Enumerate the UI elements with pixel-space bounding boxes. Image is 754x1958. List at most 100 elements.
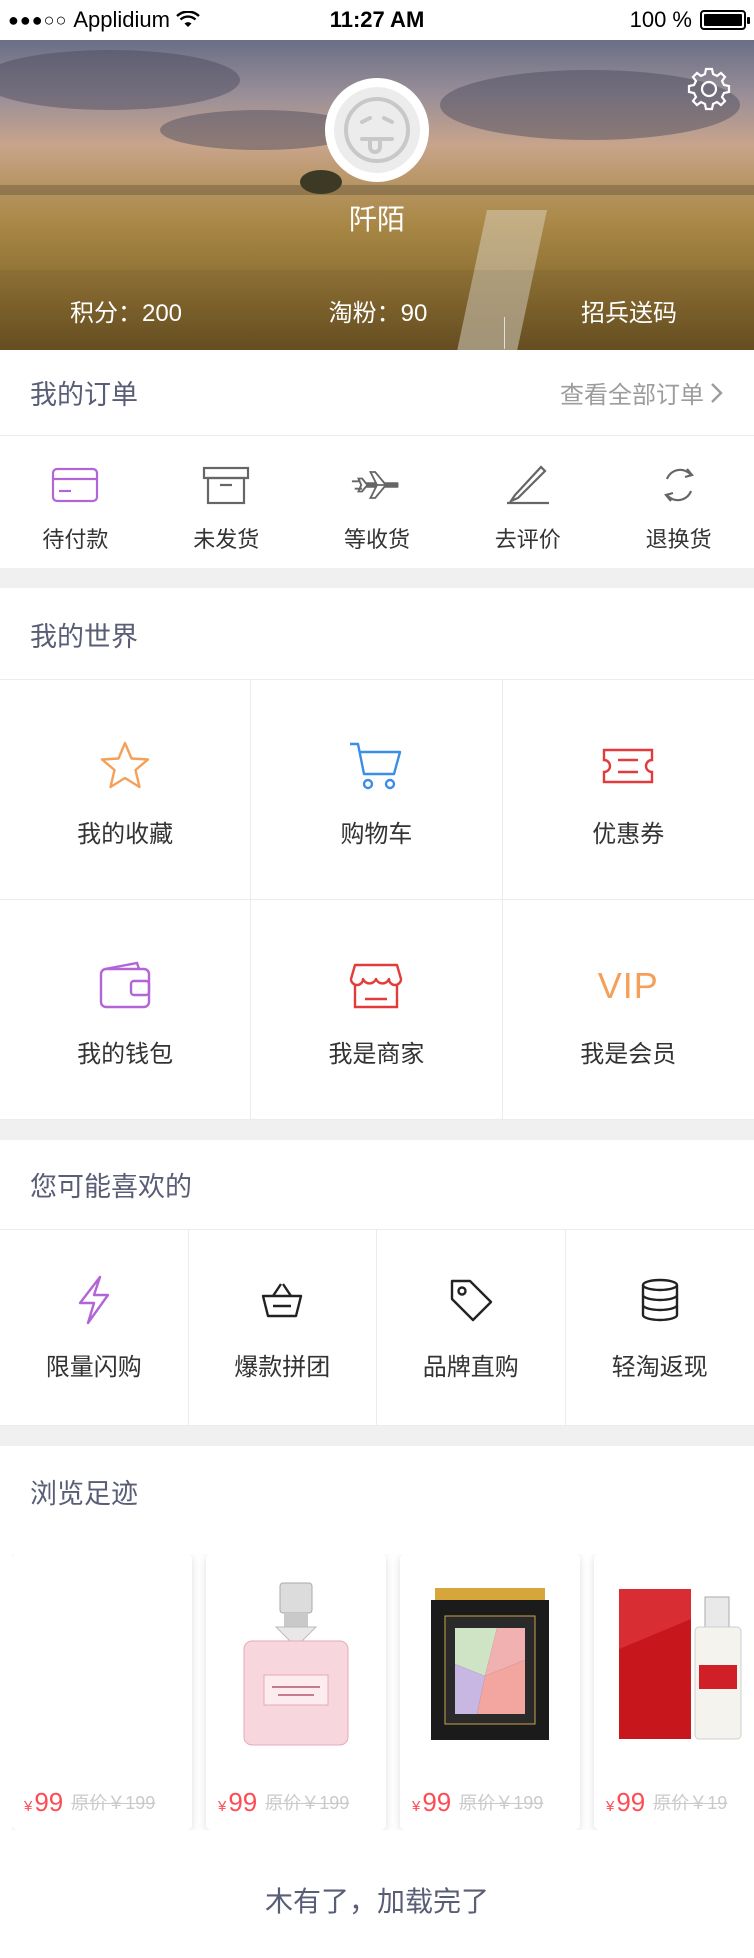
favorites-label: 我的收藏	[77, 821, 174, 848]
order-item-unshipped[interactable]: 未发货	[151, 436, 302, 566]
trail-header: 浏览足迹	[0, 1446, 754, 1536]
brand-direct-item[interactable]: 品牌直购	[377, 1230, 566, 1425]
likes-header: 您可能喜欢的	[0, 1140, 754, 1230]
product-original-price: 原价￥19	[653, 1793, 728, 1813]
order-status-row: 待付款 未发货 等收货 去评价 退换货	[0, 436, 754, 566]
gear-icon[interactable]	[686, 66, 732, 112]
order-item-pending-payment[interactable]: 待付款	[0, 436, 151, 566]
box-icon	[200, 462, 252, 508]
database-icon	[635, 1275, 685, 1325]
vip-icon: VIP	[597, 965, 659, 1006]
membership-label: 我是会员	[580, 1041, 677, 1068]
world-header: 我的世界	[0, 590, 754, 680]
cart-icon	[348, 738, 404, 794]
username: 阡陌	[348, 204, 405, 235]
merchant-label: 我是商家	[328, 1041, 425, 1068]
product-original-price: 原价￥199	[459, 1793, 544, 1813]
product-price-row: ¥99 原价￥19	[594, 1774, 754, 1830]
product-price-row: ¥99 原价￥199	[400, 1774, 580, 1830]
orders-header: 我的订单 查看全部订单	[0, 350, 754, 436]
wifi-icon	[176, 11, 200, 27]
section-divider	[0, 1120, 754, 1140]
order-item-review[interactable]: 去评价	[452, 436, 603, 566]
product-price: ¥99	[412, 1786, 452, 1817]
battery-icon	[700, 10, 750, 30]
flash-sale-item[interactable]: 限量闪购	[0, 1230, 189, 1425]
cloud-decoration	[0, 50, 240, 110]
product-card[interactable]: ¥99 原价￥199	[12, 1554, 192, 1830]
product-card[interactable]: ¥99 原价￥199	[206, 1554, 386, 1830]
lightning-icon	[69, 1275, 119, 1325]
order-item-label: 去评价	[494, 527, 561, 552]
profile-header: 阡陌 积分：200 淘粉：90 招兵送码	[0, 40, 754, 350]
brand-direct-label: 品牌直购	[422, 1354, 519, 1381]
section-divider	[0, 1426, 754, 1446]
profile-stats-bar: 积分：200 淘粉：90 招兵送码	[0, 270, 754, 350]
group-buy-item[interactable]: 爆款拼团	[189, 1230, 377, 1425]
plane-icon	[351, 462, 403, 508]
order-item-awaiting-receipt[interactable]: 等收货	[302, 436, 453, 566]
order-item-label: 退换货	[645, 527, 712, 552]
product-price: ¥99	[218, 1786, 258, 1817]
shop-icon	[348, 958, 404, 1014]
order-item-label: 等收货	[343, 527, 410, 552]
carrier: ●●●○○ Applidium	[8, 7, 200, 33]
section-divider	[0, 568, 754, 588]
skincare-image	[594, 1554, 754, 1774]
battery-status: 100 %	[629, 7, 750, 33]
trail-title: 浏览足迹	[30, 1478, 138, 1509]
world-grid: 我的收藏 购物车 优惠券 我的钱包 我是商家 VIP 我是会员	[0, 680, 754, 1120]
cart-item[interactable]: 购物车	[251, 680, 503, 900]
view-all-orders-label: 查看全部订单	[560, 382, 704, 409]
card-icon	[49, 462, 101, 508]
perfume-image	[206, 1554, 386, 1774]
order-item-returns[interactable]: 退换货	[603, 436, 754, 566]
end-of-list-text: 木有了，加载完了	[264, 1886, 489, 1917]
view-all-orders-link[interactable]: 查看全部订单	[560, 375, 724, 410]
cashback-item[interactable]: 轻淘返现	[566, 1230, 754, 1425]
star-icon	[97, 738, 153, 794]
signal-icon: ●●●○○	[8, 9, 68, 30]
product-original-price: 原价￥199	[265, 1793, 350, 1813]
cart-label: 购物车	[340, 821, 413, 848]
status-bar: ●●●○○ Applidium 11:27 AM 100 %	[0, 0, 754, 40]
merchant-item[interactable]: 我是商家	[251, 900, 503, 1120]
membership-item[interactable]: VIP 我是会员	[502, 900, 754, 1120]
product-price: ¥99	[24, 1786, 64, 1817]
product-price-row: ¥99 原价￥199	[206, 1774, 386, 1830]
fans-stat[interactable]: 淘粉：90	[252, 293, 504, 328]
tongue-face-icon	[334, 87, 420, 173]
product-card[interactable]: ¥99 原价￥19	[594, 1554, 754, 1830]
product-price: ¥99	[606, 1786, 646, 1817]
avatar[interactable]	[325, 78, 429, 182]
likes-title: 您可能喜欢的	[30, 1172, 192, 1202]
orders-title: 我的订单	[30, 380, 138, 410]
palette-image	[400, 1554, 580, 1774]
product-image-placeholder	[12, 1554, 192, 1774]
product-price-row: ¥99 原价￥199	[12, 1774, 192, 1830]
horizon-decoration	[0, 185, 754, 195]
tag-icon	[446, 1275, 496, 1325]
pen-icon	[502, 462, 554, 508]
order-item-label: 待付款	[42, 527, 109, 552]
product-card[interactable]: ¥99 原价￥199	[400, 1554, 580, 1830]
tree-decoration	[300, 170, 342, 194]
flash-sale-label: 限量闪购	[45, 1354, 142, 1381]
coupons-label: 优惠券	[592, 821, 665, 848]
carrier-name: Applidium	[73, 7, 170, 32]
group-buy-label: 爆款拼团	[234, 1354, 331, 1381]
likes-grid: 限量闪购 爆款拼团 品牌直购 轻淘返现	[0, 1230, 754, 1426]
wallet-item[interactable]: 我的钱包	[0, 900, 252, 1120]
battery-percent: 100 %	[629, 7, 692, 32]
recruit-button[interactable]: 招兵送码	[504, 293, 754, 349]
points-stat[interactable]: 积分：200	[0, 293, 252, 328]
product-carousel[interactable]: ¥99 原价￥199 ¥99 原价￥199 ¥99 原价￥199 ¥99 原价￥…	[12, 1554, 754, 1830]
ticket-icon	[600, 738, 656, 794]
coupons-item[interactable]: 优惠券	[502, 680, 754, 900]
basket-icon	[257, 1275, 307, 1325]
order-item-label: 未发货	[193, 527, 260, 552]
wallet-label: 我的钱包	[77, 1041, 174, 1068]
exchange-icon	[653, 462, 705, 508]
favorites-item[interactable]: 我的收藏	[0, 680, 252, 900]
cashback-label: 轻淘返现	[611, 1354, 708, 1381]
